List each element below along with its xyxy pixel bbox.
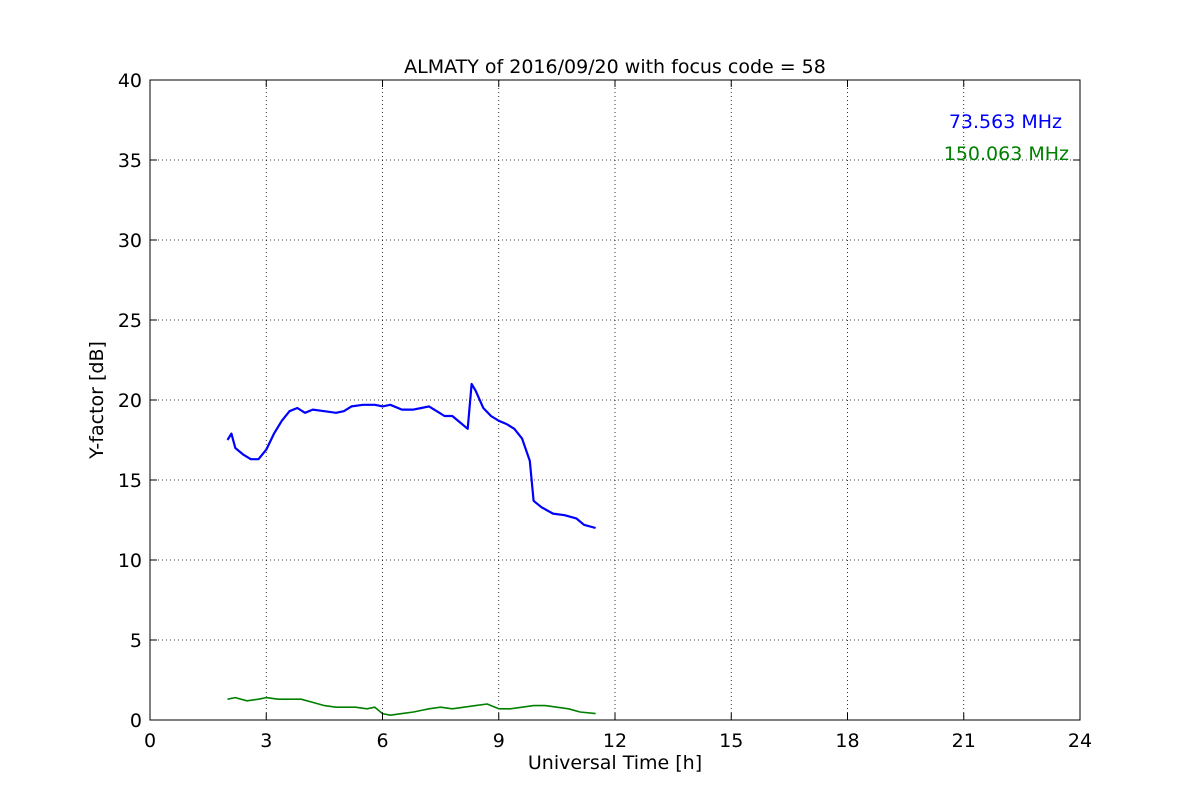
- y-tick-label: 40: [118, 70, 142, 92]
- y-tick-label: 5: [130, 630, 142, 652]
- x-tick-label: 3: [260, 730, 272, 752]
- x-tick-label: 21: [952, 730, 976, 752]
- x-tick-label: 24: [1068, 730, 1092, 752]
- tick-labels: 0 3 6 9 12 15 18 21 24 0 5 10 15 20 25 30 35 40: [118, 70, 1092, 752]
- y-tick-label: 10: [118, 550, 142, 572]
- series-layer: [226, 382, 596, 716]
- x-tick-label: 6: [376, 730, 388, 752]
- grid: [150, 80, 1080, 720]
- chart-title: ALMATY of 2016/09/20 with focus code = 5…: [404, 56, 826, 78]
- x-axis-title: Universal Time [h]: [528, 752, 702, 774]
- legend-entry-73-mhz: 73.563 MHz: [949, 111, 1062, 133]
- x-tick-label: 0: [144, 730, 156, 752]
- series-line-150-mhz: [227, 696, 596, 716]
- y-tick-label: 0: [130, 710, 142, 732]
- chart: ALMATY of 2016/09/20 with focus code = 5…: [86, 56, 1092, 774]
- x-tick-label: 12: [603, 730, 627, 752]
- y-tick-label: 20: [118, 390, 142, 412]
- legend-entry-150-mhz: 150.063 MHz: [944, 143, 1069, 165]
- y-tick-label: 35: [118, 150, 142, 172]
- x-tick-label: 18: [835, 730, 859, 752]
- y-tick-label: 30: [118, 230, 142, 252]
- y-tick-label: 15: [118, 470, 142, 492]
- y-tick-label: 25: [118, 310, 142, 332]
- x-tick-label: 15: [719, 730, 743, 752]
- x-tick-label: 9: [493, 730, 505, 752]
- series-line-73-mhz: [226, 382, 596, 530]
- y-axis-title: Y-factor [dB]: [86, 341, 108, 460]
